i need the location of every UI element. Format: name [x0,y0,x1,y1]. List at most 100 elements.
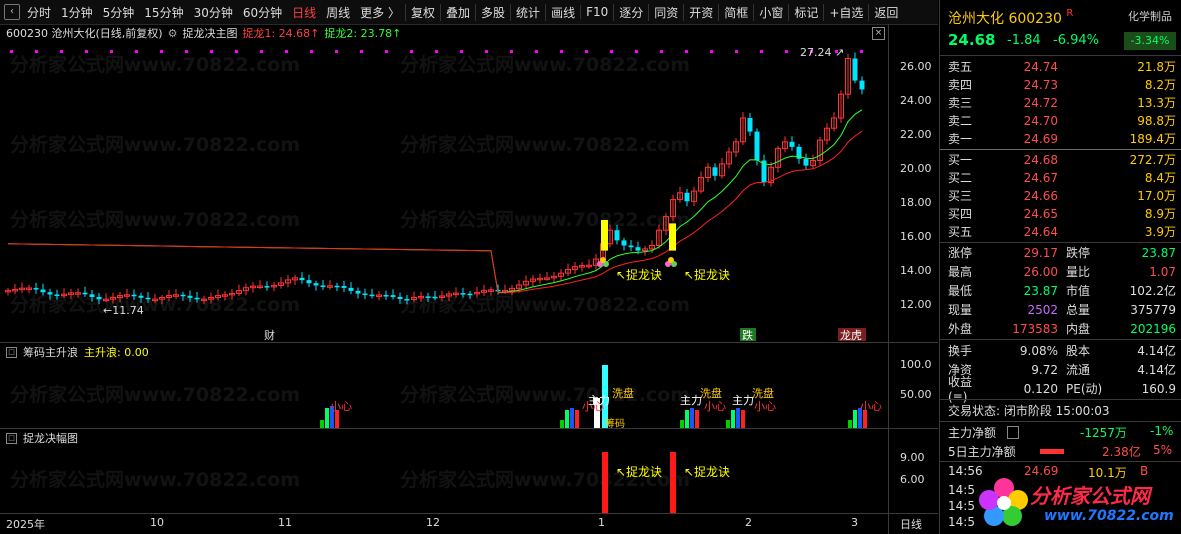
tab-1min[interactable]: 1分钟 [56,4,98,21]
marker-dot [635,50,638,53]
marker-dot [710,50,713,53]
detail-icon[interactable] [1007,426,1019,439]
panel2-title[interactable]: 筹码主升浪 [23,344,78,360]
back-button[interactable]: 返回 [868,3,903,21]
panel2-chart[interactable]: 小心小心 小心 小心 小心洗盘 洗盘 洗盘主力 主力 主力筹码 [0,360,888,428]
stat-item: PE(动) 160.9 [1066,381,1176,397]
flower-logo-icon [979,478,1028,526]
candle-body [432,296,438,299]
signal-icon [600,257,606,263]
buy-level-5[interactable]: 买五 24.64 3.9万 [948,222,1176,241]
candle-body [348,287,354,291]
main-net5-pct: 5% [1153,443,1173,457]
panel2-label: 小心 [754,400,776,413]
tab-weekly[interactable]: 周线 [321,4,355,21]
signal-candle [601,220,608,251]
sell-level-5[interactable]: 卖五 24.74 21.8万 [948,57,1176,76]
event-tag: 财 [264,328,275,342]
add-favorite-button[interactable]: +自选 [823,3,868,21]
buy-level-3[interactable]: 买三 24.66 17.0万 [948,186,1176,205]
sell-level-4[interactable]: 卖四 24.73 8.2万 [948,75,1176,94]
f10-button[interactable]: F10 [580,5,613,19]
candle-body [54,294,60,296]
divider [940,421,1181,422]
indicator-label-1: 捉龙1: 24.68↑ [242,27,320,40]
price-tick: 16.00 [900,230,932,243]
draw-line-button[interactable]: 画线 [545,3,580,21]
back-arrow-icon[interactable]: ‹ [4,4,20,20]
marker-dot [35,50,38,53]
sell-level-3[interactable]: 卖三 24.72 13.3万 [948,93,1176,112]
panel2-axis-100: 100.0 [900,358,932,371]
tab-daily[interactable]: 日线 [287,4,321,21]
stat-item: 市值 102.2亿 [1066,284,1176,298]
sell-level-2[interactable]: 卖二 24.70 98.8万 [948,111,1176,130]
marker-dot [735,50,738,53]
sell-level-1[interactable]: 卖一 24.69 189.4万 [948,129,1176,148]
tab-fenshi[interactable]: 分时 [22,4,56,21]
overlay-button[interactable]: 叠加 [440,3,475,21]
candle-body [299,277,305,281]
buy-level-1[interactable]: 买一 24.68 272.7万 [948,150,1176,169]
tab-15min[interactable]: 15分钟 [139,4,188,21]
period-label[interactable]: 日线 [900,516,922,532]
collapse-icon[interactable]: □ [6,432,17,444]
marker-dot [785,50,788,53]
chart-close-icon[interactable]: × [872,27,885,40]
panel3-title[interactable]: 捉龙决幅图 [23,430,78,446]
candle-body [355,290,361,294]
volume-bar [325,408,329,428]
mini-window-button[interactable]: 小窗 [753,3,788,21]
fuquan-button[interactable]: 复权 [405,3,440,21]
stock-code-name: 600230 沧州大化(日线,前复权) [6,27,163,40]
tab-5min[interactable]: 5分钟 [98,4,140,21]
sector-name[interactable]: 化学制品 [1124,8,1176,24]
more-button[interactable]: 更多 〉 [355,4,405,21]
simple-frame-button[interactable]: 简框 [718,3,753,21]
site-logo: 分析家公式网 www.70822.com [978,472,1178,532]
buy-level-4[interactable]: 买四 24.65 8.9万 [948,204,1176,223]
indicator-name[interactable]: 捉龙决主图 [182,25,237,41]
moving-average-line [7,130,863,294]
panel3-chart[interactable]: ↖捉龙诀 ↖捉龙诀 [0,446,888,513]
min-price-label: ←11.74 [103,304,144,317]
collapse-icon[interactable]: □ [6,346,17,358]
panel2-label: 主力 [732,394,754,407]
stat-item: 外盘 173583 [948,321,1058,337]
price-tick: 18.00 [900,196,932,209]
stats-button[interactable]: 统计 [510,3,545,21]
multi-stock-button[interactable]: 多股 [475,3,510,21]
main-candlestick-chart[interactable]: ↖捉龙诀 ↖捉龙诀 27.24 ↗ ←11.74 财 跌 龙虎 [0,42,888,342]
buy-level-2[interactable]: 买二 24.67 8.4万 [948,168,1176,187]
marker-dot [410,50,413,53]
mark-button[interactable]: 标记 [788,3,823,21]
zhufen-button[interactable]: 逐分 [613,3,648,21]
kaizi-button[interactable]: 开资 [683,3,718,21]
volume-bar [570,408,574,428]
price-change-pct: -6.94% [1053,33,1099,48]
volume-bar [320,420,324,428]
volume-bar [736,408,740,428]
settings-icon[interactable]: ⚙ [168,27,178,40]
panel2-value: 主升浪: 0.00 [84,346,149,359]
trade-status: 交易状态: 闭市阶段 15:00:03 [948,404,1110,418]
candle-body [194,297,200,300]
candle-body [859,80,865,90]
candle-body [397,296,403,300]
tab-60min[interactable]: 60分钟 [238,4,287,21]
candle-body [180,294,186,297]
price-tick: 12.00 [900,298,932,311]
tongzi-button[interactable]: 同资 [648,3,683,21]
date-label: 11 [278,516,292,529]
max-price-label: 27.24 ↗ [800,46,844,59]
stat-item: 涨停 29.17 [948,245,1058,261]
candle-body [313,283,319,286]
candle-body [628,245,634,248]
tab-30min[interactable]: 30分钟 [189,4,238,21]
candle-body [747,118,753,132]
marker-dot [535,50,538,53]
candle-body [369,294,375,297]
divider [940,461,1181,462]
panel2-label: 筹码 [605,417,625,428]
panel3-header: □ 捉龙决幅图 [0,430,888,446]
